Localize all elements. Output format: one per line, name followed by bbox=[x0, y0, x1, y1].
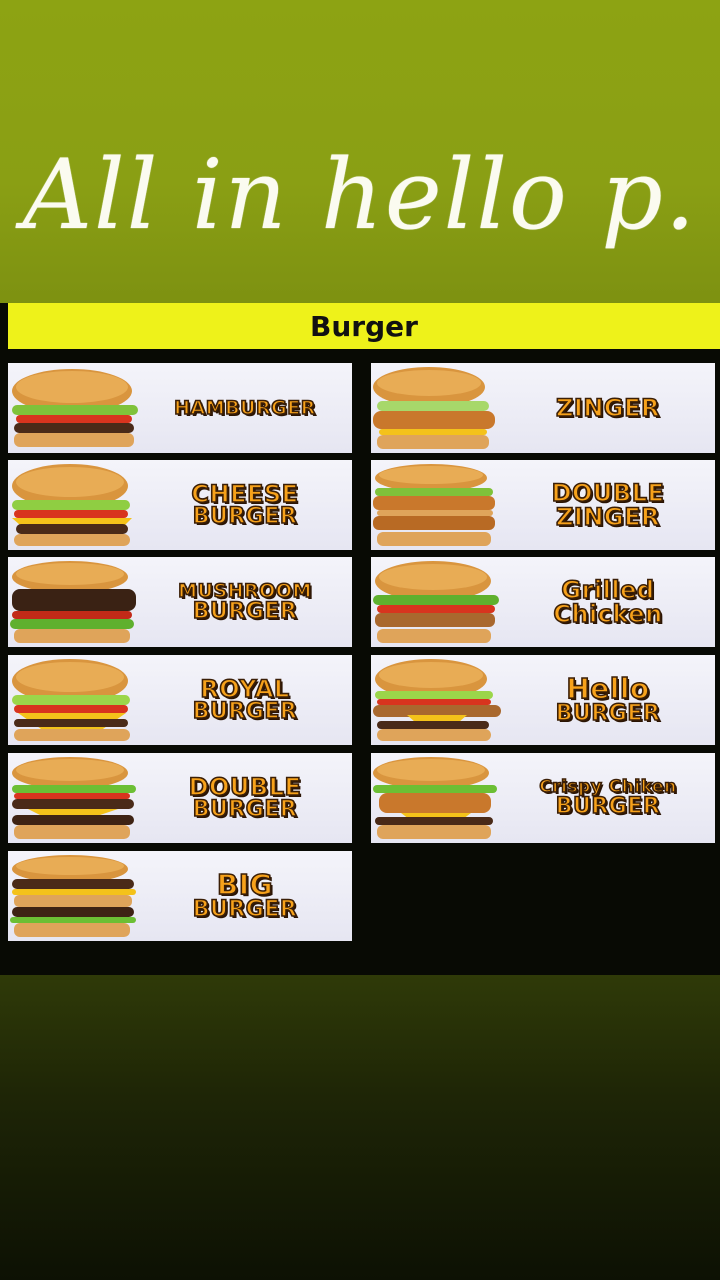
menu-item-double-zinger[interactable]: DOUBLE ZINGER bbox=[371, 460, 715, 550]
item-name-line1: DOUBLE bbox=[188, 773, 302, 801]
item-name-line2: ZINGER bbox=[555, 503, 660, 531]
menu-item-label: ZINGER bbox=[503, 363, 713, 453]
menu-board: Burger HAMBURGER CHEESE BURGER MUSHROOM … bbox=[0, 303, 720, 975]
menu-item-label: HAMBURGER bbox=[140, 363, 350, 453]
menu-item-royal-burger[interactable]: ROYAL BURGER bbox=[8, 655, 352, 745]
item-name-line2: BURGER bbox=[192, 504, 298, 529]
item-name-line1: Grilled bbox=[561, 576, 655, 604]
item-name-line2: BURGER bbox=[192, 897, 298, 922]
menu-item-hello-burger[interactable]: Hello BURGER bbox=[371, 655, 715, 745]
menu-item-big-burger[interactable]: BIG BURGER bbox=[8, 851, 352, 941]
item-name-line1: HAMBURGER bbox=[173, 396, 316, 419]
item-name-line1: Crispy Chiken bbox=[539, 776, 677, 797]
big-burger-image bbox=[10, 855, 136, 937]
item-name-line1: DOUBLE bbox=[551, 479, 665, 507]
item-name-line2: BURGER bbox=[192, 797, 298, 822]
menu-item-label: Crispy Chiken BURGER bbox=[503, 753, 713, 843]
menu-item-zinger[interactable]: ZINGER bbox=[371, 363, 715, 453]
menu-item-label: DOUBLE ZINGER bbox=[503, 460, 713, 550]
grilled-chicken-image bbox=[373, 561, 499, 643]
item-name-line1: Hello bbox=[566, 672, 650, 705]
zinger-image bbox=[373, 367, 495, 449]
item-name-line2: BURGER bbox=[192, 598, 298, 624]
double-zinger-image bbox=[373, 464, 495, 546]
menu-header-label: Burger bbox=[310, 310, 418, 343]
item-name-line2: BURGER bbox=[555, 793, 661, 819]
menu-item-hamburger[interactable]: HAMBURGER bbox=[8, 363, 352, 453]
menu-item-label: CHEESE BURGER bbox=[140, 460, 350, 550]
item-name-line2: Chicken bbox=[553, 600, 663, 628]
menu-item-grilled-chicken[interactable]: Grilled Chicken bbox=[371, 557, 715, 647]
menu-item-label: MUSHROOM BURGER bbox=[140, 557, 350, 647]
double-burger-image bbox=[12, 757, 136, 839]
background-bottom bbox=[0, 975, 720, 1280]
menu-item-label: ROYAL BURGER bbox=[140, 655, 350, 745]
item-name-line2: BURGER bbox=[555, 701, 661, 726]
hamburger-image bbox=[12, 369, 138, 447]
item-name-line1: MUSHROOM bbox=[177, 579, 312, 602]
menu-item-label: Grilled Chicken bbox=[503, 557, 713, 647]
menu-item-label: Hello BURGER bbox=[503, 655, 713, 745]
menu-item-label: DOUBLE BURGER bbox=[140, 753, 350, 843]
royal-burger-image bbox=[12, 659, 130, 741]
cheese-burger-image bbox=[12, 464, 132, 546]
item-name-line1: ZINGER bbox=[555, 394, 660, 422]
story-title: All in hello p. bbox=[22, 139, 698, 251]
item-name-line1: CHEESE bbox=[191, 480, 299, 508]
menu-item-label: BIG BURGER bbox=[140, 851, 350, 941]
mushroom-burger-image bbox=[10, 561, 136, 643]
item-name-line2: BURGER bbox=[192, 699, 298, 724]
crispy-chiken-burger-image bbox=[373, 757, 497, 839]
menu-item-double-burger[interactable]: DOUBLE BURGER bbox=[8, 753, 352, 843]
menu-header: Burger bbox=[8, 303, 720, 349]
hello-burger-image bbox=[373, 659, 501, 741]
menu-item-crispy-chiken-burger[interactable]: Crispy Chiken BURGER bbox=[371, 753, 715, 843]
menu-item-cheese-burger[interactable]: CHEESE BURGER bbox=[8, 460, 352, 550]
item-name-line1: BIG bbox=[216, 868, 274, 901]
menu-item-mushroom-burger[interactable]: MUSHROOM BURGER bbox=[8, 557, 352, 647]
item-name-line1: ROYAL bbox=[199, 675, 290, 703]
